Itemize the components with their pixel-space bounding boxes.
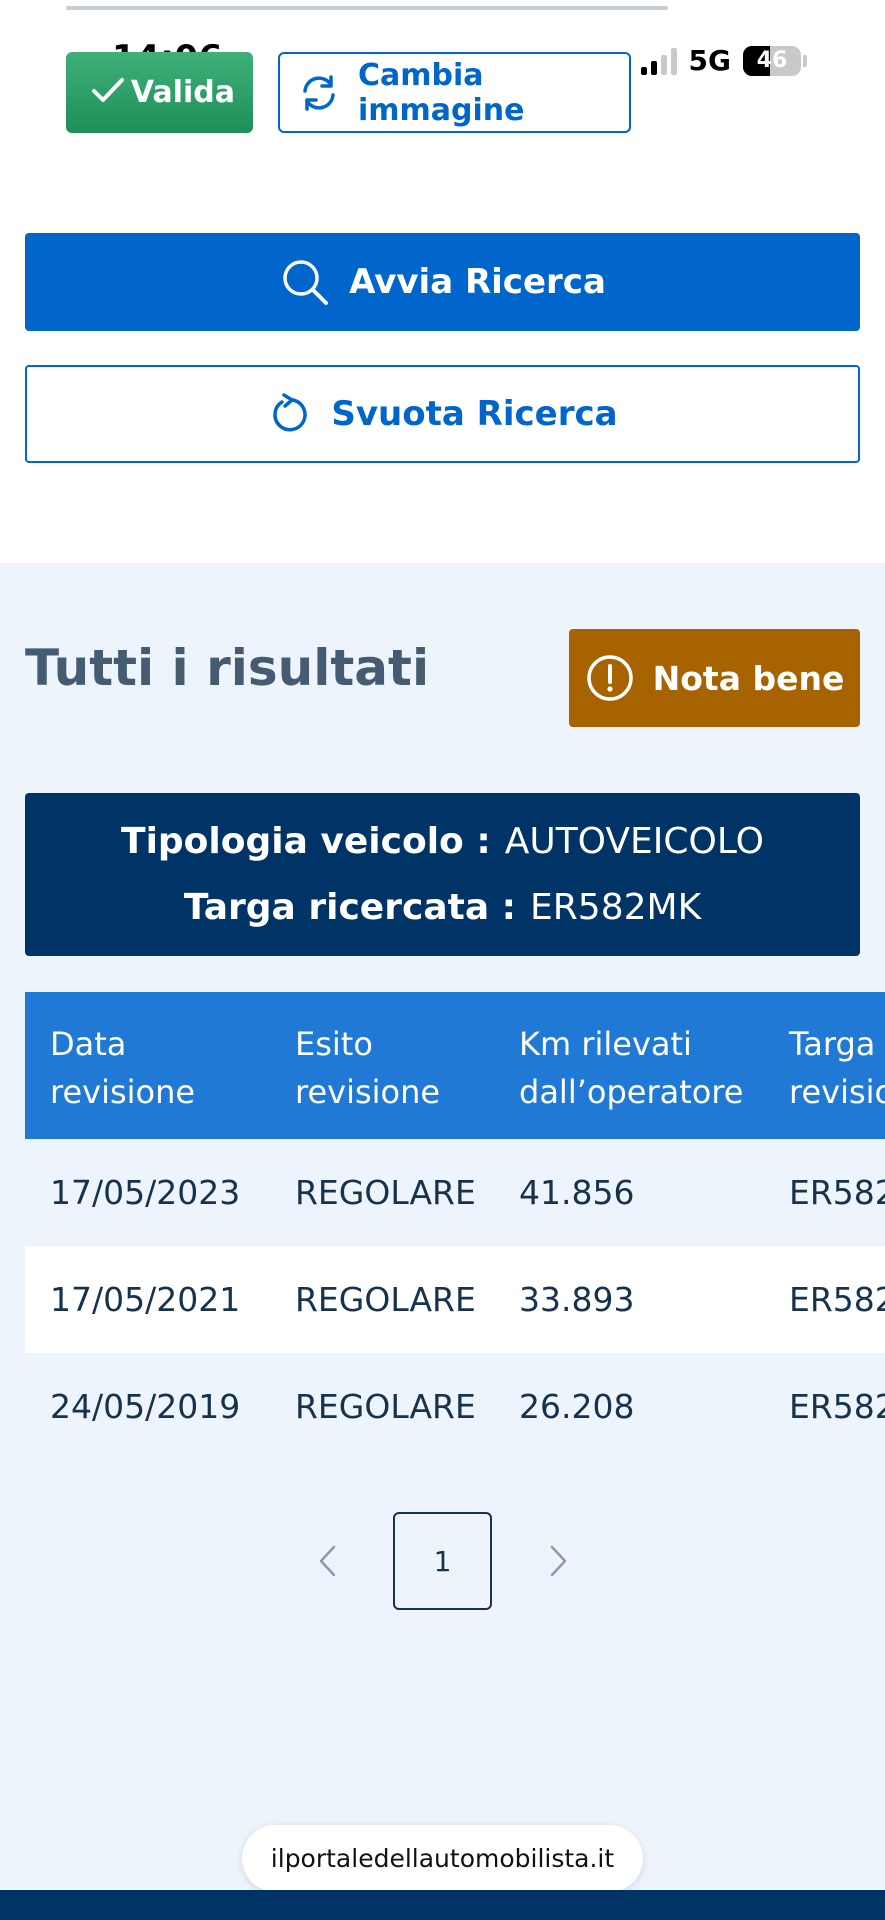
svuota-ricerca-button[interactable]: Svuota Ricerca [25, 365, 860, 463]
top-divider [66, 6, 668, 10]
targa-value: ER582MK [530, 887, 702, 928]
cell-data: 24/05/2019 [50, 1387, 241, 1426]
cell-km: 41.856 [519, 1173, 635, 1212]
check-icon [88, 70, 128, 118]
targa-label: Targa ricercata : [183, 887, 517, 928]
cambia-label: Cambia immagine [358, 57, 525, 128]
revisions-table: Data revisione Esito revisione Km rileva… [25, 992, 885, 1460]
browser-address-bar[interactable]: ilportaledellautomobilista.it [242, 1825, 643, 1892]
avvia-ricerca-button[interactable]: Avvia Ricerca [25, 233, 860, 331]
network-type: 5G [688, 44, 731, 77]
status-indicators: 5G 46 [640, 44, 807, 77]
battery-level: 46 [756, 47, 788, 73]
tipologia-label: Tipologia veicolo : [121, 821, 491, 862]
table-header: Data revisione Esito revisione Km rileva… [25, 992, 885, 1139]
pagination: 1 [0, 1512, 885, 1610]
search-icon [279, 256, 331, 308]
valida-label: Valida [130, 75, 235, 110]
refresh-icon [296, 70, 342, 116]
cell-targa: ER582MK [789, 1387, 885, 1426]
results-section: Tutti i risultati Nota bene Tipologia ve… [0, 563, 885, 1890]
footer-bar [0, 1890, 885, 1920]
nota-label: Nota bene [652, 658, 845, 698]
nota-bene-button[interactable]: Nota bene [569, 629, 860, 727]
cambia-immagine-button[interactable]: Cambia immagine [278, 52, 631, 133]
results-title: Tutti i risultati [25, 639, 430, 697]
targa-row: Targa ricercata : ER582MK [25, 887, 860, 928]
cell-km: 26.208 [519, 1387, 635, 1426]
chevron-left-icon[interactable] [313, 1542, 343, 1580]
tipologia-value: AUTOVEICOLO [504, 821, 764, 862]
cell-data: 17/05/2023 [50, 1173, 241, 1212]
header-data-revisione: Data revisione [50, 1025, 196, 1111]
signal-icon [640, 47, 677, 75]
valida-button[interactable]: Valida [66, 52, 253, 133]
cell-esito: REGOLARE [295, 1387, 476, 1426]
header-esito-revisione: Esito revisione [295, 1025, 441, 1111]
cell-km: 33.893 [519, 1280, 635, 1319]
table-row: 17/05/2021 REGOLARE 33.893 ER582MK [25, 1246, 885, 1353]
header-targa-revisione: Targa a revisione [789, 1025, 885, 1111]
cell-esito: REGOLARE [295, 1280, 476, 1319]
page-button-current[interactable]: 1 [393, 1512, 492, 1610]
cell-targa: ER582MK [789, 1280, 885, 1319]
table-row: 17/05/2023 REGOLARE 41.856 ER582MK [25, 1139, 885, 1246]
exclamation-circle-icon [585, 653, 635, 703]
reset-icon [267, 392, 311, 436]
search-panel: 14:06 5G 46 Valida Cambia immagine [0, 0, 885, 563]
vehicle-info-box: Tipologia veicolo : AUTOVEICOLO Targa ric… [25, 793, 860, 956]
chevron-right-icon[interactable] [543, 1542, 573, 1580]
cell-targa: ER582MK [789, 1173, 885, 1212]
svuota-label: Svuota Ricerca [331, 394, 618, 434]
cell-esito: REGOLARE [295, 1173, 476, 1212]
tipologia-row: Tipologia veicolo : AUTOVEICOLO [25, 821, 860, 862]
battery-icon: 46 [743, 45, 801, 76]
cell-data: 17/05/2021 [50, 1280, 241, 1319]
header-km-rilevati: Km rilevati dall’operatore [519, 1025, 744, 1111]
avvia-label: Avvia Ricerca [349, 262, 606, 302]
table-row: 24/05/2019 REGOLARE 26.208 ER582MK [25, 1353, 885, 1460]
